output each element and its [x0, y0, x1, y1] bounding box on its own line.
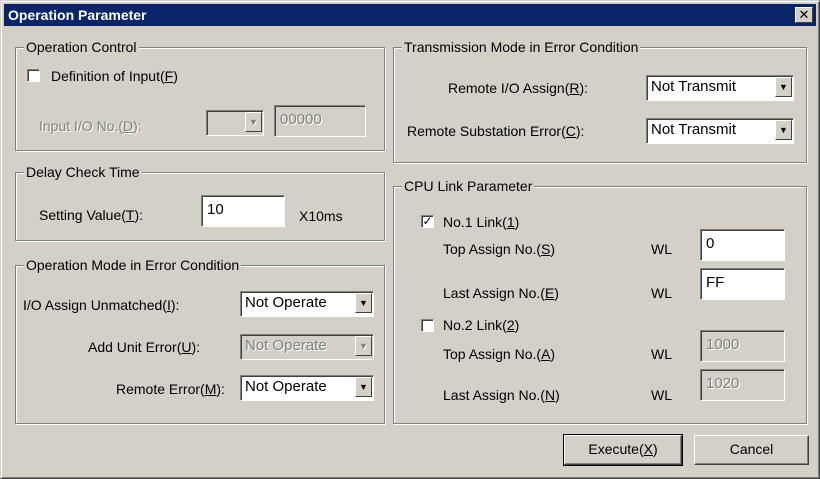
- chevron-down-icon[interactable]: ▼: [245, 112, 262, 132]
- operation-control-title: Operation Control: [24, 39, 139, 55]
- no2-link-label: No.2 Link(2): [443, 317, 520, 333]
- close-button[interactable]: ✕: [795, 7, 813, 23]
- chevron-down-icon[interactable]: ▼: [775, 120, 792, 140]
- no2-top-wl-label: WL: [651, 346, 672, 362]
- check-icon: ✓: [422, 214, 433, 228]
- cancel-button[interactable]: Cancel: [694, 435, 809, 465]
- input-io-select[interactable]: ▼: [206, 110, 264, 136]
- io-assign-unmatched-select[interactable]: Not Operate ▼: [240, 291, 374, 317]
- definition-of-input-label: Definition of Input(F): [51, 68, 178, 84]
- io-assign-unmatched-label: I/O Assign Unmatched(I):: [23, 297, 180, 313]
- no1-link-checkbox[interactable]: ✓: [421, 215, 434, 228]
- remote-error-select[interactable]: Not Operate ▼: [240, 375, 374, 401]
- operation-parameter-dialog: Operation Parameter ✕ Operation Control …: [0, 0, 820, 479]
- input-io-label: Input I/O No.(D):: [39, 118, 142, 134]
- no2-last-wl-label: WL: [651, 387, 672, 403]
- setting-value-field[interactable]: 10: [201, 195, 285, 227]
- chevron-down-icon[interactable]: ▼: [355, 377, 372, 397]
- no1-last-assign-label: Last Assign No.(E): [443, 285, 559, 301]
- remote-error-label: Remote Error(M):: [116, 381, 225, 397]
- transmission-mode-title: Transmission Mode in Error Condition: [402, 39, 641, 55]
- chevron-down-icon[interactable]: ▼: [775, 77, 792, 97]
- no2-last-assign-label: Last Assign No.(N): [443, 387, 560, 403]
- operation-mode-title: Operation Mode in Error Condition: [24, 257, 242, 273]
- execute-button[interactable]: Execute(X): [563, 434, 683, 466]
- no2-link-checkbox[interactable]: [421, 319, 434, 332]
- transmission-mode-group: Transmission Mode in Error Condition: [393, 39, 807, 163]
- chevron-down-icon[interactable]: ▼: [355, 293, 372, 313]
- input-io-number-field[interactable]: 00000: [274, 105, 366, 137]
- setting-value-label: Setting Value(T):: [39, 207, 144, 223]
- setting-unit-label: X10ms: [299, 208, 343, 224]
- no1-top-assign-field[interactable]: 0: [700, 229, 785, 261]
- no2-top-assign-field[interactable]: 1000: [700, 330, 785, 362]
- no1-top-assign-label: Top Assign No.(S): [443, 241, 556, 257]
- remote-substation-error-select[interactable]: Not Transmit ▼: [646, 118, 794, 144]
- no1-last-assign-field[interactable]: FF: [700, 268, 785, 300]
- no1-link-label: No.1 Link(1): [443, 214, 520, 230]
- delay-check-title: Delay Check Time: [24, 164, 142, 180]
- remote-substation-error-label: Remote Substation Error(C):: [407, 123, 585, 139]
- title-bar: Operation Parameter ✕: [4, 4, 816, 26]
- add-unit-error-select[interactable]: Not Operate ▼: [240, 334, 374, 360]
- cpu-link-title: CPU Link Parameter: [402, 178, 535, 194]
- no2-last-assign-field[interactable]: 1020: [700, 369, 785, 401]
- definition-of-input-checkbox[interactable]: [27, 69, 40, 82]
- add-unit-error-label: Add Unit Error(U):: [88, 339, 201, 355]
- window-title: Operation Parameter: [8, 7, 147, 23]
- close-icon: ✕: [798, 7, 810, 22]
- no1-last-wl-label: WL: [651, 285, 672, 301]
- remote-io-assign-select[interactable]: Not Transmit ▼: [646, 75, 794, 101]
- no1-top-wl-label: WL: [651, 241, 672, 257]
- no2-top-assign-label: Top Assign No.(A): [443, 346, 556, 362]
- chevron-down-icon[interactable]: ▼: [355, 336, 372, 356]
- remote-io-assign-label: Remote I/O Assign(R):: [448, 80, 589, 96]
